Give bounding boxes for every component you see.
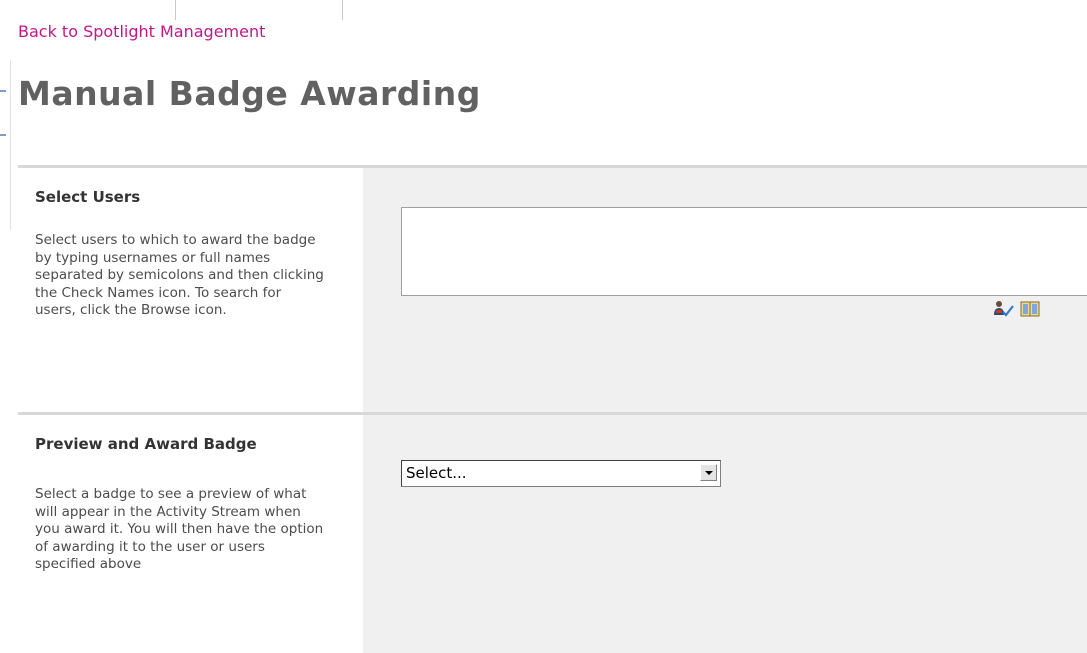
browse-icon[interactable] [1019,300,1041,318]
check-names-icon[interactable] [993,300,1015,318]
top-tab-strip [0,0,345,22]
badge-select-value: Select... [406,464,467,482]
preview-award-label-column: Preview and Award Badge Select a badge t… [18,415,363,653]
sidebar-edge-tick [0,90,6,92]
badge-select-dropdown[interactable]: Select... [401,460,721,487]
select-users-control-panel [363,168,1087,413]
chevron-down-icon[interactable] [700,464,717,481]
select-users-heading: Select Users [35,188,141,206]
sidebar-edge-tick [0,134,6,136]
sidebar-edge [0,60,11,230]
select-users-description: Select users to which to award the badge… [35,232,324,318]
picker-icon-group [993,300,1041,318]
select-users-section: Select Users Select users to which to aw… [18,165,1087,413]
page-title: Manual Badge Awarding [18,74,481,113]
tab-divider [342,0,343,20]
page: Back to Spotlight Management Manual Badg… [0,0,1087,653]
select-users-label-column: Select Users Select users to which to aw… [18,168,363,413]
preview-award-section: Preview and Award Badge Select a badge t… [18,412,1087,653]
tab-divider [175,0,176,20]
people-picker-input[interactable] [401,207,1087,296]
preview-award-description: Select a badge to see a preview of what … [35,486,324,572]
back-to-spotlight-management-link[interactable]: Back to Spotlight Management [18,22,265,41]
preview-award-control-panel: Select... [363,415,1087,653]
preview-award-heading: Preview and Award Badge [35,435,257,453]
